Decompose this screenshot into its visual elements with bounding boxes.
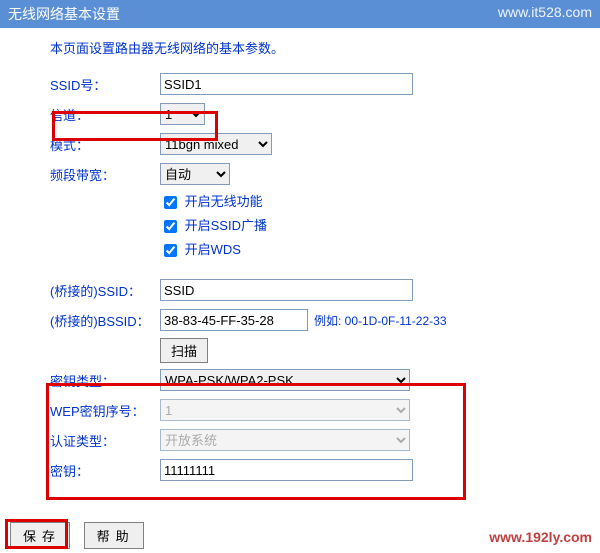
row-enable-wireless: 开启无线功能 <box>160 191 590 212</box>
settings-form: 本页面设置路由器无线网络的基本参数。 SSID号： 信道： 1 模式： 11bg… <box>0 28 600 497</box>
row-scan: 扫描 <box>50 337 590 363</box>
help-button[interactable]: 帮助 <box>84 522 144 549</box>
watermark-bottom: www.192ly.com <box>489 529 592 545</box>
bottom-bar: 保存 帮助 <box>10 522 154 549</box>
row-bridged-bssid: (桥接的)BSSID： 例如: 00-1D-0F-11-22-33 <box>50 307 590 333</box>
mode-select[interactable]: 11bgn mixed <box>160 133 272 155</box>
label-key-type: 密钥类型： <box>50 371 160 390</box>
row-enable-ssid-broadcast: 开启SSID广播 <box>160 215 590 236</box>
enable-ssid-broadcast-checkbox[interactable] <box>164 220 177 233</box>
key-type-select[interactable]: WPA-PSK/WPA2-PSK <box>160 369 410 391</box>
auth-type-select: 开放系统 <box>160 429 410 451</box>
enable-wireless-checkbox[interactable] <box>164 196 177 209</box>
label-channel: 信道： <box>50 105 160 124</box>
key-input[interactable] <box>160 459 413 481</box>
label-enable-wireless: 开启无线功能 <box>185 194 263 209</box>
label-bandwidth: 频段带宽： <box>50 165 160 184</box>
row-enable-wds: 开启WDS <box>160 239 590 260</box>
save-button[interactable]: 保存 <box>10 522 70 549</box>
row-key: 密钥： <box>50 457 590 483</box>
bssid-hint: 例如: 00-1D-0F-11-22-33 <box>314 312 447 329</box>
watermark-top: www.it528.com <box>498 4 592 20</box>
row-key-type: 密钥类型： WPA-PSK/WPA2-PSK <box>50 367 590 393</box>
label-auth-type: 认证类型： <box>50 431 160 450</box>
scan-button[interactable]: 扫描 <box>160 338 208 363</box>
label-mode: 模式： <box>50 135 160 154</box>
label-key: 密钥： <box>50 461 160 480</box>
row-wep-index: WEP密钥序号： 1 <box>50 397 590 423</box>
label-enable-ssid-broadcast: 开启SSID广播 <box>185 218 267 233</box>
label-enable-wds: 开启WDS <box>185 242 241 257</box>
row-bridged-ssid: (桥接的)SSID： <box>50 277 590 303</box>
channel-select[interactable]: 1 <box>160 103 205 125</box>
description: 本页面设置路由器无线网络的基本参数。 <box>50 38 590 57</box>
ssid-input[interactable] <box>160 73 413 95</box>
bridged-ssid-input[interactable] <box>160 279 413 301</box>
bandwidth-select[interactable]: 自动 <box>160 163 230 185</box>
label-bridged-ssid: (桥接的)SSID： <box>50 281 160 300</box>
row-mode: 模式： 11bgn mixed <box>50 131 590 157</box>
row-auth-type: 认证类型： 开放系统 <box>50 427 590 453</box>
label-wep-index: WEP密钥序号： <box>50 401 160 420</box>
bridged-bssid-input[interactable] <box>160 309 308 331</box>
wep-index-select: 1 <box>160 399 410 421</box>
row-ssid: SSID号： <box>50 71 590 97</box>
label-ssid: SSID号： <box>50 75 160 94</box>
row-bandwidth: 频段带宽： 自动 <box>50 161 590 187</box>
label-bridged-bssid: (桥接的)BSSID： <box>50 311 160 330</box>
enable-wds-checkbox[interactable] <box>164 244 177 257</box>
row-channel: 信道： 1 <box>50 101 590 127</box>
page-title: 无线网络基本设置 <box>8 6 120 22</box>
